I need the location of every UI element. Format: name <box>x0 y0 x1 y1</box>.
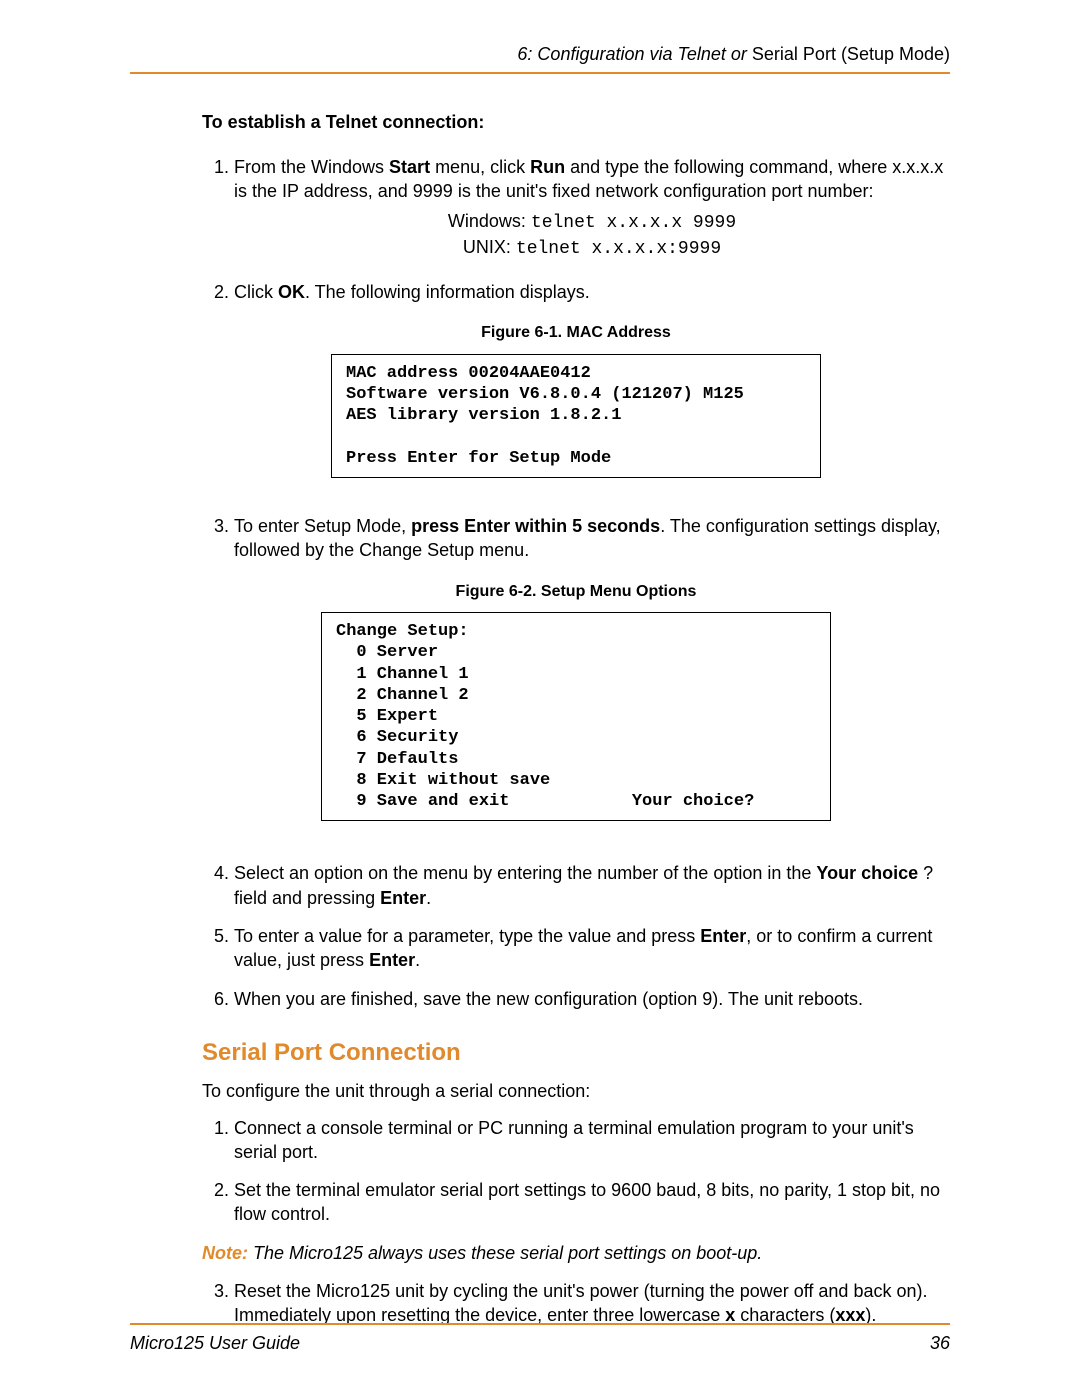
telnet-step-5: To enter a value for a parameter, type t… <box>234 924 950 973</box>
serial-content: Connect a console terminal or PC running… <box>130 1116 950 1227</box>
command-windows: Windows: telnet x.x.x.x 9999 <box>234 209 950 235</box>
telnet-step-3: To enter Setup Mode, press Enter within … <box>234 514 950 563</box>
serial-step-1: Connect a console terminal or PC running… <box>234 1116 950 1165</box>
note-label: Note: <box>202 1243 248 1263</box>
telnet-steps-cont: To enter Setup Mode, press Enter within … <box>202 514 950 563</box>
page-footer: Micro125 User Guide 36 <box>130 1323 950 1355</box>
telnet-step-6: When you are finished, save the new conf… <box>234 987 950 1011</box>
header-chapter: 6: Configuration via Telnet or <box>517 44 751 64</box>
footer-title: Micro125 User Guide <box>130 1331 300 1355</box>
page-header: 6: Configuration via Telnet or Serial Po… <box>130 42 950 72</box>
serial-step-2: Set the terminal emulator serial port se… <box>234 1178 950 1227</box>
footer-row: Micro125 User Guide 36 <box>130 1331 950 1355</box>
serial-steps: Connect a console terminal or PC running… <box>202 1116 950 1227</box>
telnet-steps: From the Windows Start menu, click Run a… <box>202 155 950 304</box>
serial-intro: To configure the unit through a serial c… <box>130 1079 950 1103</box>
figure-1-box: MAC address 00204AAE0412 Software versio… <box>331 354 821 478</box>
serial-section-title: Serial Port Connection <box>130 1037 950 1069</box>
telnet-step-4: Select an option on the menu by entering… <box>234 861 950 910</box>
telnet-step-1: From the Windows Start menu, click Run a… <box>234 155 950 262</box>
serial-content-2: Reset the Micro125 unit by cycling the u… <box>130 1279 950 1328</box>
page-number: 36 <box>930 1331 950 1355</box>
page: 6: Configuration via Telnet or Serial Po… <box>0 0 1080 1397</box>
figure-2-caption: Figure 6-2. Setup Menu Options <box>202 581 950 603</box>
serial-step-3: Reset the Micro125 unit by cycling the u… <box>234 1279 950 1328</box>
note-text: The Micro125 always uses these serial po… <box>248 1243 762 1263</box>
content-area: To establish a Telnet connection: From t… <box>130 110 950 1011</box>
figure-1-caption: Figure 6-1. MAC Address <box>202 322 950 344</box>
telnet-step-2: Click OK. The following information disp… <box>234 280 950 304</box>
command-unix: UNIX: telnet x.x.x.x:9999 <box>234 235 950 261</box>
serial-note: Note: The Micro125 always uses these ser… <box>130 1241 950 1265</box>
header-section: Serial Port (Setup Mode) <box>752 44 950 64</box>
telnet-heading: To establish a Telnet connection: <box>202 110 950 134</box>
header-rule <box>130 72 950 74</box>
command-block: Windows: telnet x.x.x.x 9999 UNIX: telne… <box>234 209 950 262</box>
telnet-steps-cont2: Select an option on the menu by entering… <box>202 861 950 1010</box>
footer-rule <box>130 1323 950 1325</box>
serial-steps-cont: Reset the Micro125 unit by cycling the u… <box>202 1279 950 1328</box>
figure-2-box: Change Setup: 0 Server 1 Channel 1 2 Cha… <box>321 612 831 821</box>
